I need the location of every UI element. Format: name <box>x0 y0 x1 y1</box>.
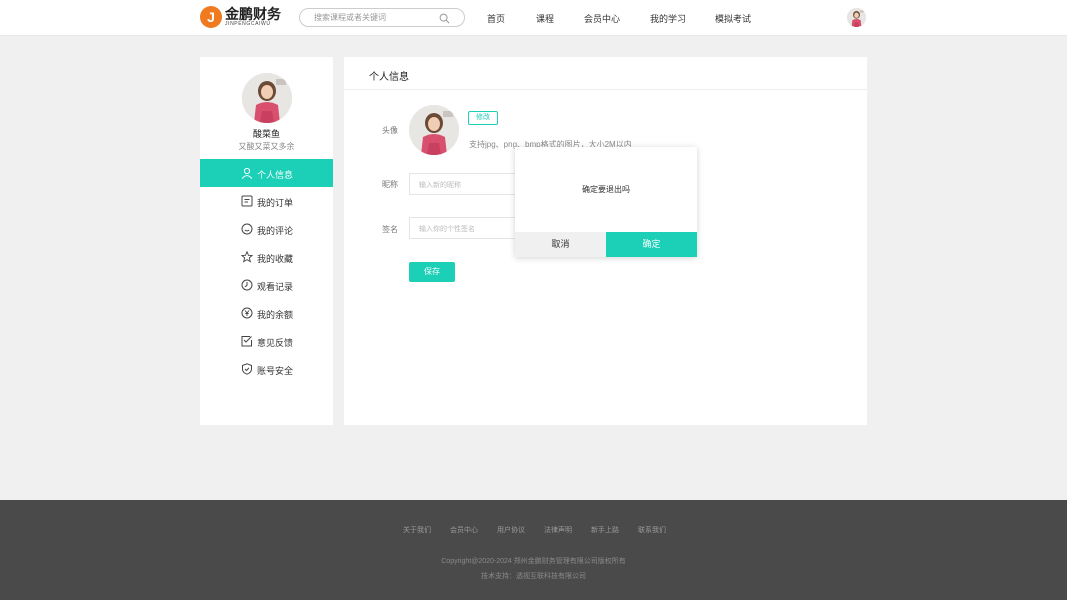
top-header: J 金鹏财务 JINPENGCAIWU 搜索课程或者关键词 首页 课程 会员中心… <box>0 0 1067 36</box>
sidebar-item-account-security[interactable]: 账号安全 <box>200 355 333 383</box>
nickname-label: 昵称 <box>382 180 398 189</box>
sidebar-item-personal-info[interactable]: 个人信息 <box>200 159 333 187</box>
sidebar-item-history[interactable]: 观看记录 <box>200 271 333 299</box>
nav-member-center[interactable]: 会员中心 <box>584 12 620 25</box>
sidebar-item-label: 我的评论 <box>257 226 294 236</box>
signature-label: 签名 <box>382 225 398 234</box>
footer-copyright: Copyright@2020-2024 郑州金鹏财务管理有限公司版权所有 <box>441 558 626 565</box>
nav-mock-exam[interactable]: 模拟考试 <box>715 12 751 25</box>
page-title: 个人信息 <box>369 72 409 83</box>
sidebar-item-label: 我的订单 <box>257 198 294 208</box>
dialog-message: 确定要退出吗 <box>582 185 630 194</box>
footer-link-contact[interactable]: 联系我们 <box>638 525 666 535</box>
footer-link-agreement[interactable]: 用户协议 <box>497 525 525 535</box>
comment-icon <box>241 223 253 235</box>
profile-avatar <box>242 73 292 123</box>
shield-icon <box>242 363 252 375</box>
logo-mark-icon: J <box>200 6 222 28</box>
sidebar-item-label: 个人信息 <box>257 170 294 180</box>
search-input[interactable]: 搜索课程或者关键词 <box>299 8 465 27</box>
sidebar-item-label: 观看记录 <box>257 282 294 292</box>
footer-support: 技术支持：透视互联科技有限公司 <box>481 573 586 580</box>
nav-home[interactable]: 首页 <box>487 12 505 25</box>
sidebar-item-orders[interactable]: 我的订单 <box>200 187 333 215</box>
save-button[interactable]: 保存 <box>409 262 455 282</box>
logo-en-text: JINPENGCAIWU <box>225 21 271 27</box>
nav-my-learning[interactable]: 我的学习 <box>650 12 686 25</box>
search-placeholder: 搜索课程或者关键词 <box>314 13 386 22</box>
user-icon <box>241 167 253 179</box>
cancel-button[interactable]: 取消 <box>515 232 606 257</box>
sidebar-item-feedback[interactable]: 意见反馈 <box>200 327 333 355</box>
site-logo[interactable]: J 金鹏财务 JINPENGCAIWU <box>200 6 281 28</box>
star-icon <box>241 251 253 263</box>
clock-icon <box>241 279 253 291</box>
user-avatar[interactable] <box>847 8 866 27</box>
signature-placeholder: 输入你的个性签名 <box>419 226 475 233</box>
sidebar-item-label: 账号安全 <box>257 366 294 376</box>
title-divider <box>344 89 867 90</box>
sidebar-item-label: 我的收藏 <box>257 254 294 264</box>
nickname-placeholder: 输入新的昵称 <box>419 182 461 189</box>
avatar-preview <box>409 105 459 155</box>
footer-link-member[interactable]: 会员中心 <box>450 525 478 535</box>
sidebar-item-label: 我的余额 <box>257 310 294 320</box>
footer-link-legal[interactable]: 法律声明 <box>544 525 572 535</box>
logout-confirm-dialog: 确定要退出吗 取消 确定 <box>515 147 697 257</box>
logo-cn-text: 金鹏财务 <box>225 6 281 22</box>
order-icon <box>241 195 253 207</box>
yen-icon <box>241 307 253 319</box>
sidebar-item-comments[interactable]: 我的评论 <box>200 215 333 243</box>
edit-avatar-button[interactable]: 修改 <box>468 111 498 125</box>
profile-name: 酸菜鱼 <box>252 129 280 139</box>
footer-link-about[interactable]: 关于我们 <box>403 525 431 535</box>
nav-courses[interactable]: 课程 <box>536 12 554 25</box>
sidebar-item-balance[interactable]: 我的余额 <box>200 299 333 327</box>
profile-signature: 又酸又菜又多余 <box>238 142 295 151</box>
site-footer: 关于我们 会员中心 用户协议 法律声明 新手上路 联系我们 Copyright@… <box>0 500 1067 600</box>
footer-link-newbie[interactable]: 新手上路 <box>591 525 619 535</box>
search-icon[interactable] <box>439 13 450 24</box>
sidebar-item-favorites[interactable]: 我的收藏 <box>200 243 333 271</box>
profile-sidebar: 酸菜鱼 又酸又菜又多余 个人信息 我的订单 我的评论 我的收藏 观看记录 我的余… <box>200 57 333 425</box>
confirm-button[interactable]: 确定 <box>606 232 697 257</box>
sidebar-item-label: 意见反馈 <box>257 338 294 348</box>
feedback-icon <box>241 336 252 347</box>
avatar-label: 头像 <box>382 126 398 135</box>
